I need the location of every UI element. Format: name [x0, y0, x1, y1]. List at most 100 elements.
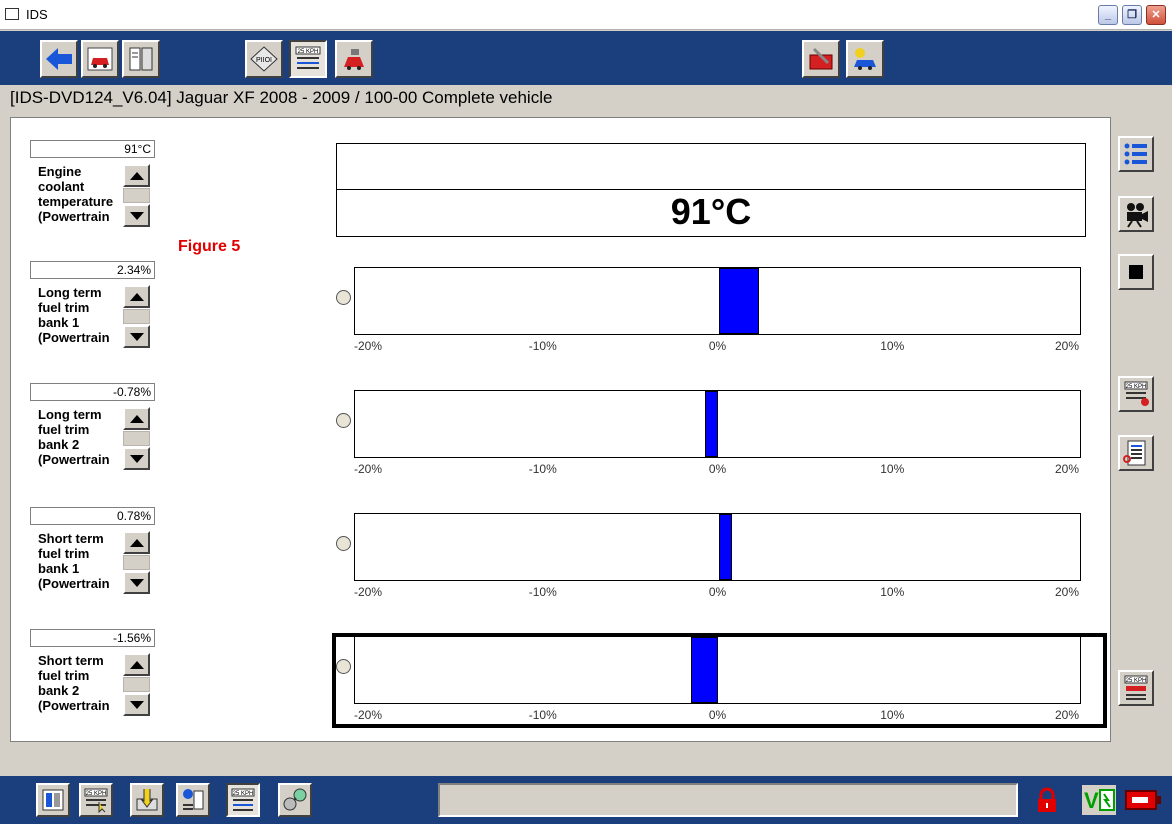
axis-tick-label: -10% — [528, 585, 557, 599]
video-camera-icon — [1127, 203, 1148, 228]
axis-tick-label: 0% — [708, 462, 727, 476]
datalogger-list-button[interactable] — [1118, 435, 1154, 471]
datalogger-select-icon: 25 KPH — [84, 788, 108, 813]
scroll-down-button[interactable] — [123, 204, 150, 227]
modules-button[interactable] — [36, 783, 70, 817]
scroll-down-button[interactable] — [123, 571, 150, 594]
parameter-name: Short term fuel trim bank 2 (Powertrain — [38, 653, 110, 713]
axis-tick-label: -20% — [353, 462, 383, 476]
back-button[interactable] — [40, 40, 78, 78]
pinpoint-icon: PIIOI — [250, 46, 278, 72]
datalogger-playback-icon: 25 KPH — [1124, 675, 1148, 700]
scroll-down-button[interactable] — [123, 693, 150, 716]
record-button[interactable] — [1118, 196, 1154, 232]
parameter-name: Long term fuel trim bank 2 (Powertrain — [38, 407, 110, 467]
document-list-icon — [1123, 440, 1146, 466]
arrow-up-icon — [129, 171, 144, 180]
scroll-track[interactable] — [123, 188, 150, 203]
window-title: IDS — [26, 7, 48, 22]
battery-icon — [1125, 790, 1161, 810]
axis-tick-label: 10% — [880, 339, 905, 353]
arrow-down-icon — [129, 332, 144, 341]
toolbox-icon — [129, 47, 153, 71]
datalogger-button[interactable]: 25 KPH — [289, 40, 327, 78]
breadcrumb: [IDS-DVD124_V6.04] Jaguar XF 2008 - 2009… — [10, 88, 553, 107]
close-icon[interactable]: ✕ — [1146, 5, 1166, 25]
title-bar: IDS _ ❐ ✕ — [0, 0, 1172, 30]
arrow-up-icon — [129, 538, 144, 547]
datalogger-record-icon: 25 KPH — [1124, 381, 1149, 406]
svg-text:PIIOI: PIIOI — [256, 57, 272, 64]
axis-tick-label: 0% — [708, 339, 727, 353]
scroll-up-button[interactable] — [123, 653, 150, 676]
stop-button[interactable] — [1118, 254, 1154, 290]
parameter-value: 0.78% — [30, 507, 155, 525]
svg-text:25 KPH: 25 KPH — [298, 49, 319, 55]
stop-icon — [1129, 265, 1143, 279]
axis-tick-label: 20% — [1054, 585, 1080, 599]
digital-display: 91°C — [336, 143, 1086, 237]
scroll-track[interactable] — [123, 309, 150, 324]
indicator-led — [336, 290, 351, 305]
back-arrow-icon — [46, 48, 72, 70]
settings-button[interactable] — [802, 40, 840, 78]
datalogger-playback-button[interactable]: 25 KPH — [1118, 670, 1154, 706]
vehicle-session-button[interactable] — [81, 40, 119, 78]
vehicle-config-icon — [854, 48, 876, 70]
parameter-value: -0.78% — [30, 383, 155, 401]
list-icon — [1124, 143, 1147, 165]
axis-tick-label: -10% — [528, 339, 557, 353]
datalogger-recorded-button[interactable]: 25 KPH — [1118, 376, 1154, 412]
arrow-down-icon — [129, 454, 144, 463]
arrow-down-icon — [129, 211, 144, 220]
scroll-up-button[interactable] — [123, 531, 150, 554]
scroll-up-button[interactable] — [123, 285, 150, 308]
pinpoint-test-button[interactable]: PIIOI — [245, 40, 283, 78]
svg-text:25 KPH: 25 KPH — [86, 791, 107, 797]
arrow-up-icon — [129, 660, 144, 669]
parameter-list-button[interactable] — [1118, 136, 1154, 172]
bar-gauge[interactable]: -20% -10% 0% 10% 20% — [336, 267, 1096, 357]
scroll-up-button[interactable] — [123, 164, 150, 187]
scroll-track[interactable] — [123, 677, 150, 692]
scroll-up-button[interactable] — [123, 407, 150, 430]
workshop-tools-button[interactable] — [335, 40, 373, 78]
indicator-led — [336, 413, 351, 428]
gauge-track — [354, 390, 1081, 458]
display-divider — [337, 189, 1085, 190]
restore-icon[interactable]: ❐ — [1122, 5, 1142, 25]
workshop-tools-icon — [344, 49, 364, 70]
minimize-icon[interactable]: _ — [1098, 5, 1118, 25]
vehicle-config-button[interactable] — [846, 40, 884, 78]
oscilloscope-icon — [283, 788, 307, 811]
datalogger-active-button[interactable]: 25 KPH — [226, 783, 260, 817]
scroll-down-button[interactable] — [123, 325, 150, 348]
bar-gauge[interactable]: -20% -10% 0% 10% 20% — [336, 390, 1096, 480]
modules-icon — [42, 789, 64, 811]
gauge-bar — [718, 514, 733, 580]
indicator-led — [336, 536, 351, 551]
scroll-down-button[interactable] — [123, 447, 150, 470]
arrow-down-icon — [129, 700, 144, 709]
main-toolbar: PIIOI 25 KPH — [0, 31, 1172, 85]
network-test-button[interactable] — [176, 783, 210, 817]
bar-gauge[interactable]: -20% -10% 0% 10% 20% — [336, 513, 1096, 603]
parameter-value: 91°C — [30, 140, 155, 158]
axis-tick-label: -20% — [353, 339, 383, 353]
svg-text:25 KPH: 25 KPH — [1126, 678, 1147, 684]
oscilloscope-button[interactable] — [278, 783, 312, 817]
parameter-name: Engine coolant temperature (Powertrain — [38, 164, 114, 224]
scroll-track[interactable] — [123, 555, 150, 570]
gauge-bar — [718, 268, 760, 334]
toolbox-button[interactable] — [122, 40, 160, 78]
datalogger-panel: 91°C Engine coolant temperature (Powertr… — [10, 117, 1111, 742]
figure-label: Figure 5 — [178, 238, 241, 255]
scroll-track[interactable] — [123, 431, 150, 446]
selected-gauge-highlight — [332, 633, 1107, 728]
axis-tick-label: 20% — [1054, 462, 1080, 476]
signal-generator-button[interactable] — [130, 783, 164, 817]
arrow-up-icon — [129, 414, 144, 423]
datalogger-select-button[interactable]: 25 KPH — [79, 783, 113, 817]
arrow-down-icon — [129, 578, 144, 587]
parameter-value: 2.34% — [30, 261, 155, 279]
